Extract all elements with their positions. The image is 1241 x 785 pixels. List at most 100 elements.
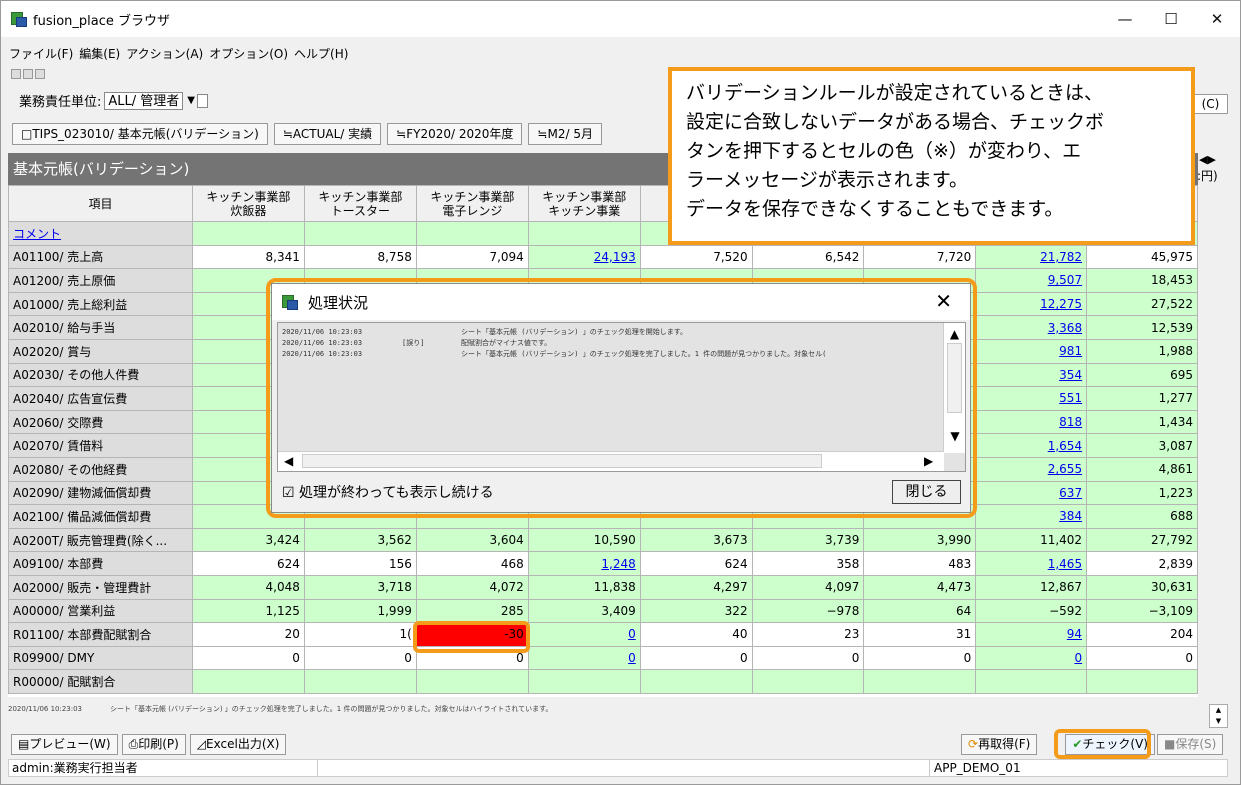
grid-cell[interactable]: 12,275 [975, 291, 1088, 317]
grid-cell[interactable]: 0 [863, 645, 977, 671]
grid-cell[interactable]: 0 [527, 645, 641, 671]
pov-month[interactable]: ≒M2/ 5月 [528, 123, 602, 145]
grid-cell[interactable]: 0 [1086, 645, 1198, 671]
row-label[interactable]: コメント [8, 221, 193, 246]
grid-cell[interactable]: 40 [639, 622, 753, 647]
grid-cell[interactable] [415, 669, 529, 694]
grid-cell[interactable]: 1,125 [191, 598, 305, 624]
grid-cell[interactable]: 322 [639, 598, 753, 624]
grid-cell[interactable]: 2,655 [975, 456, 1088, 482]
toolbar-edit-icon[interactable] [35, 69, 45, 79]
grid-cell[interactable]: 483 [863, 551, 977, 576]
minimize-button[interactable]: — [1102, 1, 1148, 37]
menu-edit[interactable]: 編集(E) [79, 45, 120, 65]
pov-year[interactable]: ≒FY2020/ 2020年度 [387, 123, 523, 145]
grid-cell[interactable]: 11,838 [527, 574, 641, 600]
grid-cell[interactable]: 384 [975, 504, 1088, 529]
grid-cell[interactable]: 285 [415, 598, 529, 624]
c-button[interactable]: (C) [1193, 94, 1228, 114]
grid-cell[interactable]: 0 [191, 645, 305, 671]
grid-cell[interactable]: 6,542 [751, 244, 865, 270]
grid-cell[interactable] [751, 669, 865, 694]
excel-export-button[interactable]: ◿Excel出力(X) [189, 734, 287, 755]
search-icon[interactable] [197, 93, 208, 108]
grid-cell[interactable]: 4,048 [191, 574, 305, 600]
keep-open-checkbox[interactable]: ☑ 処理が終わっても表示し続ける [282, 482, 494, 502]
grid-cell[interactable]: 0 [751, 645, 865, 671]
grid-cell[interactable]: 3,087 [1086, 433, 1198, 458]
close-window-button[interactable]: ✕ [1194, 1, 1240, 37]
vertical-scrollbar[interactable]: ▲ ▼ [943, 323, 965, 453]
grid-cell[interactable]: −592 [975, 598, 1088, 624]
grid-cell[interactable]: 0 [303, 645, 417, 671]
grid-cell[interactable]: 27,522 [1086, 291, 1198, 317]
grid-cell[interactable] [1086, 669, 1198, 694]
grid-cell[interactable]: 7,520 [639, 244, 753, 270]
grid-cell[interactable]: 4,297 [639, 574, 753, 600]
grid-cell[interactable]: 624 [191, 551, 305, 576]
grid-cell[interactable]: 3,604 [415, 527, 529, 553]
grid-cell[interactable] [303, 669, 417, 694]
grid-cell[interactable]: 3,990 [863, 527, 977, 553]
grid-cell[interactable]: 30,631 [1086, 574, 1198, 600]
grid-cell[interactable]: 18,453 [1086, 268, 1198, 293]
scroll-left-icon[interactable]: ◀ [284, 454, 293, 468]
grid-cell[interactable]: 358 [751, 551, 865, 576]
grid-cell[interactable]: 3,718 [303, 574, 417, 600]
grid-cell[interactable]: 64 [863, 598, 977, 624]
grid-cell[interactable] [191, 221, 305, 246]
pov-sheet[interactable]: □TIPS_023010/ 基本元帳(バリデーション) [12, 123, 268, 145]
grid-cell[interactable]: 624 [639, 551, 753, 576]
grid-cell[interactable]: 4,861 [1086, 456, 1198, 482]
scroll-thumb[interactable] [947, 343, 962, 413]
grid-cell[interactable]: 27,792 [1086, 527, 1198, 553]
grid-cell[interactable]: 1,434 [1086, 409, 1198, 435]
grid-cell[interactable]: 3,424 [191, 527, 305, 553]
grid-cell[interactable]: 1,277 [1086, 386, 1198, 411]
save-button[interactable]: ■保存(S) [1156, 734, 1224, 755]
grid-cell[interactable]: 1,223 [1086, 480, 1198, 506]
maximize-button[interactable]: ☐ [1148, 1, 1194, 37]
pov-scenario[interactable]: ≒ACTUAL/ 実績 [273, 123, 382, 145]
grid-cell[interactable]: 0 [527, 622, 641, 647]
grid-cell[interactable]: 1,988 [1086, 338, 1198, 364]
grid-cell[interactable]: 354 [975, 362, 1088, 388]
grid-cell[interactable]: 11,402 [975, 527, 1088, 553]
scroll-down-icon[interactable]: ▼ [944, 429, 966, 443]
grid-cell[interactable]: 24,193 [527, 244, 641, 270]
grid-cell[interactable]: 3,673 [639, 527, 753, 553]
grid-cell[interactable]: 0 [975, 645, 1088, 671]
grid-cell[interactable]: 695 [1086, 362, 1198, 388]
scroll-arrows-icon[interactable]: ◀▶ [1199, 153, 1216, 166]
grid-cell[interactable]: 10,590 [527, 527, 641, 553]
grid-cell[interactable]: 8,758 [303, 244, 417, 270]
grid-cell[interactable]: −978 [751, 598, 865, 624]
dropdown-arrow-icon[interactable]: ▼ [187, 95, 195, 106]
scroll-up-icon[interactable]: ▲ [944, 327, 965, 341]
dialog-close-button[interactable]: 閉じる [892, 480, 961, 504]
grid-cell[interactable]: 1,999 [303, 598, 417, 624]
grid-cell[interactable]: 3,739 [751, 527, 865, 553]
scroll-right-icon[interactable]: ▶ [924, 454, 933, 468]
print-button[interactable]: ⎙印刷(P) [121, 734, 186, 755]
grid-cell[interactable]: 21,782 [975, 244, 1088, 270]
grid-cell[interactable] [863, 669, 977, 694]
grid-cell[interactable] [975, 669, 1088, 694]
toolbar-copy-icon[interactable] [11, 69, 21, 79]
grid-cell[interactable] [303, 221, 417, 246]
responsibility-value[interactable]: ALL/ 管理者 [104, 91, 184, 110]
grid-cell[interactable]: 3,562 [303, 527, 417, 553]
grid-cell[interactable]: 8,341 [191, 244, 305, 270]
grid-cell[interactable]: 1,654 [975, 433, 1088, 458]
grid-cell[interactable]: 2,839 [1086, 551, 1198, 576]
refetch-button[interactable]: ⟳再取得(F) [961, 734, 1038, 755]
grid-cell[interactable]: 551 [975, 386, 1088, 411]
toolbar-paste-icon[interactable] [23, 69, 33, 79]
grid-cell[interactable]: 3,368 [975, 315, 1088, 340]
grid-cell[interactable]: 4,072 [415, 574, 529, 600]
grid-cell[interactable]: 12,867 [975, 574, 1088, 600]
grid-cell[interactable]: 818 [975, 409, 1088, 435]
grid-cell[interactable]: 1,465 [975, 551, 1088, 576]
grid-cell[interactable]: 637 [975, 480, 1088, 506]
grid-cell[interactable]: 3,409 [527, 598, 641, 624]
